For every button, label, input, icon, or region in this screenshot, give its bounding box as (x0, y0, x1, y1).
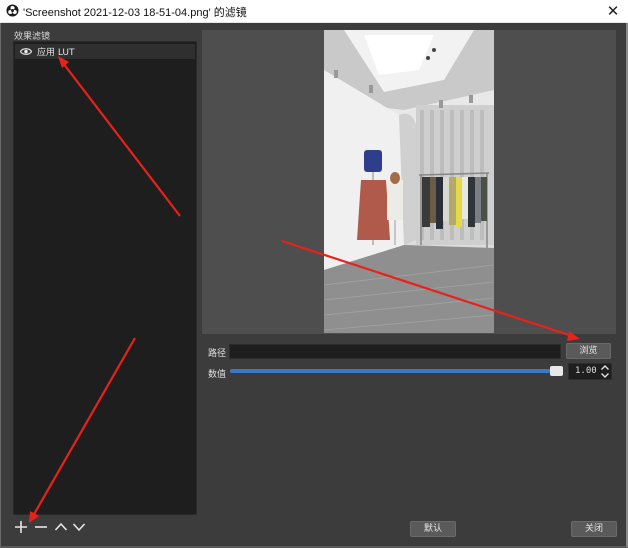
add-icon[interactable] (14, 520, 28, 534)
preview-image (324, 30, 494, 333)
obs-logo-icon (6, 4, 19, 17)
move-down-icon[interactable] (72, 520, 86, 534)
filter-name: 应用 LUT (37, 48, 75, 58)
default-button[interactable]: 默认 (410, 521, 456, 537)
value-slider-track[interactable] (230, 369, 560, 373)
remove-icon[interactable] (34, 520, 48, 534)
filter-list-item[interactable]: 应用 LUT (15, 44, 195, 59)
window-title: 'Screenshot 2021-12-03 18-51-04.png' 的滤镜 (23, 7, 247, 19)
close-button[interactable]: 关闭 (571, 521, 617, 537)
value-slider-handle[interactable] (550, 366, 563, 376)
browse-button[interactable]: 浏览 (566, 343, 611, 359)
path-label: 路径 (208, 349, 227, 359)
spin-arrows-icon[interactable] (600, 364, 610, 379)
move-up-icon[interactable] (54, 520, 68, 534)
effects-filter-list[interactable]: 应用 LUT (13, 41, 197, 515)
value-label: 数值 (208, 370, 227, 380)
window-close-button[interactable]: ✕ (604, 2, 622, 20)
title-bar: 'Screenshot 2021-12-03 18-51-04.png' 的滤镜… (0, 0, 628, 23)
path-input[interactable] (229, 344, 561, 359)
value-spinbox-text: 1.00 (575, 366, 597, 376)
eye-icon[interactable] (20, 47, 32, 56)
